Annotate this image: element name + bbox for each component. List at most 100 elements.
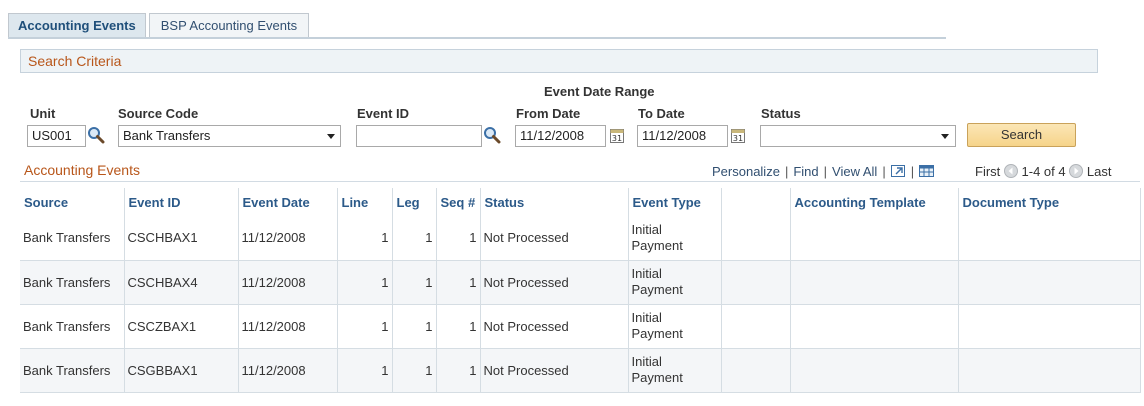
cell-line: 1 xyxy=(337,304,393,349)
col-header-seq[interactable]: Seq # xyxy=(436,188,481,216)
cell-status: Not Processed xyxy=(480,348,629,393)
status-select[interactable] xyxy=(760,125,956,147)
col-header-line[interactable]: Line xyxy=(337,188,393,216)
col-header-event-type[interactable]: Event Type xyxy=(628,188,722,216)
event-id-input[interactable] xyxy=(356,125,482,147)
from-date-calendar-icon[interactable]: 31 xyxy=(610,129,624,143)
cell-source: Bank Transfers xyxy=(20,260,125,305)
personalize-link[interactable]: Personalize xyxy=(712,164,780,179)
grid-navigation: First 1-4 of 4 Last xyxy=(975,164,1111,179)
event-type-line-1: Initial xyxy=(631,354,662,369)
from-date-label: From Date xyxy=(516,106,581,121)
cell-blank xyxy=(721,304,791,349)
cell-status: Not Processed xyxy=(480,216,629,261)
col-header-source[interactable]: Source xyxy=(20,188,125,216)
cell-seq: 1 xyxy=(436,304,481,349)
cell-source: Bank Transfers xyxy=(20,304,125,349)
search-criteria-header: Search Criteria xyxy=(20,49,1098,73)
last-label: Last xyxy=(1086,164,1112,179)
col-header-status[interactable]: Status xyxy=(480,188,629,216)
event-id-label: Event ID xyxy=(357,106,410,121)
cell-blank xyxy=(721,216,791,261)
cell-line: 1 xyxy=(337,260,393,305)
cell-line: 1 xyxy=(337,348,393,393)
col-header-accounting-template[interactable]: Accounting Template xyxy=(790,188,959,216)
unit-label: Unit xyxy=(30,106,56,121)
cell-event-id: CSGBBAX1 xyxy=(124,348,239,393)
event-type-line-1: Initial xyxy=(631,310,662,325)
tab-bar: Accounting Events BSP Accounting Events xyxy=(8,13,312,37)
cell-event-date: 11/12/2008 xyxy=(238,216,338,261)
cell-line: 1 xyxy=(337,216,393,261)
cell-status: Not Processed xyxy=(480,304,629,349)
tab-bsp-accounting-events[interactable]: BSP Accounting Events xyxy=(148,13,310,37)
cell-event-type: Initial Payment xyxy=(628,216,722,261)
view-all-link[interactable]: View All xyxy=(832,164,877,179)
cell-accounting-template xyxy=(790,304,959,349)
source-code-select[interactable]: Bank Transfers xyxy=(118,125,341,147)
cell-seq: 1 xyxy=(436,216,481,261)
download-excel-icon[interactable] xyxy=(919,164,935,178)
search-button[interactable]: Search xyxy=(967,123,1076,147)
grid-header-row: Source Event ID Event Date Line Leg Seq … xyxy=(20,188,1141,216)
find-link[interactable]: Find xyxy=(793,164,818,179)
status-chevron-down-icon xyxy=(941,134,949,139)
cell-event-date: 11/12/2008 xyxy=(238,260,338,305)
separator: | xyxy=(823,164,828,179)
grid-title-bar: Accounting Events Personalize | Find | View … xyxy=(20,162,1140,182)
from-date-input[interactable]: 11/12/2008 xyxy=(515,125,606,147)
cell-status: Not Processed xyxy=(480,260,629,305)
event-type-line-2: Payment xyxy=(631,326,683,341)
unit-lookup-magnifier-icon[interactable] xyxy=(87,126,105,144)
cell-event-id: CSCHBAX1 xyxy=(124,216,239,261)
event-type-line-1: Initial xyxy=(631,266,662,281)
event-type-line-2: Payment xyxy=(631,237,683,253)
cell-leg: 1 xyxy=(392,216,437,261)
table-row: Bank Transfers CSCZBAX1 11/12/2008 1 1 1… xyxy=(20,304,1141,349)
cell-leg: 1 xyxy=(392,260,437,305)
table-row: Bank Transfers CSCHBAX4 11/12/2008 1 1 1… xyxy=(20,260,1141,305)
cell-leg: 1 xyxy=(392,304,437,349)
col-header-event-date[interactable]: Event Date xyxy=(238,188,338,216)
to-date-calendar-icon[interactable]: 31 xyxy=(731,129,745,143)
event-id-lookup-magnifier-icon[interactable] xyxy=(483,126,501,144)
cell-blank xyxy=(721,260,791,305)
cell-event-id: CSCZBAX1 xyxy=(124,304,239,349)
cell-source: Bank Transfers xyxy=(20,216,125,261)
col-header-document-type[interactable]: Document Type xyxy=(958,188,1141,216)
tab-underline xyxy=(8,37,946,39)
table-row: Bank Transfers CSGBBAX1 11/12/2008 1 1 1… xyxy=(20,348,1141,393)
cell-seq: 1 xyxy=(436,348,481,393)
unit-input[interactable]: US001 xyxy=(27,125,86,147)
accounting-events-grid: Source Event ID Event Date Line Leg Seq … xyxy=(20,188,1141,393)
table-row: Bank Transfers CSCHBAX1 11/12/2008 1 1 1… xyxy=(20,216,1141,261)
cell-accounting-template xyxy=(790,260,959,305)
first-label: First xyxy=(975,164,1001,179)
event-date-range-label: Event Date Range xyxy=(544,84,655,99)
previous-arrow-icon[interactable] xyxy=(1003,164,1018,178)
status-label: Status xyxy=(761,106,801,121)
separator: | xyxy=(910,164,915,179)
cell-accounting-template xyxy=(790,216,959,261)
cell-document-type xyxy=(958,216,1141,261)
event-type-line-1: Initial xyxy=(631,221,662,237)
next-arrow-icon[interactable] xyxy=(1069,164,1084,178)
col-header-blank xyxy=(721,188,791,216)
source-code-label: Source Code xyxy=(118,106,199,121)
to-date-label: To Date xyxy=(638,106,685,121)
cell-accounting-template xyxy=(790,348,959,393)
cell-document-type xyxy=(958,348,1141,393)
tab-accounting-events[interactable]: Accounting Events xyxy=(8,13,146,37)
row-range: 1-4 of 4 xyxy=(1021,164,1066,179)
cell-event-type: Initial Payment xyxy=(628,260,722,305)
cell-document-type xyxy=(958,304,1141,349)
separator: | xyxy=(784,164,789,179)
col-header-event-id[interactable]: Event ID xyxy=(124,188,239,216)
zoom-grid-icon[interactable] xyxy=(890,164,906,178)
source-code-chevron-down-icon xyxy=(327,134,335,139)
grid-title: Accounting Events xyxy=(24,162,140,178)
col-header-leg[interactable]: Leg xyxy=(392,188,437,216)
grid-links: Personalize | Find | View All | | xyxy=(712,164,935,179)
to-date-input[interactable]: 11/12/2008 xyxy=(637,125,728,147)
cell-event-type: Initial Payment xyxy=(628,348,722,393)
